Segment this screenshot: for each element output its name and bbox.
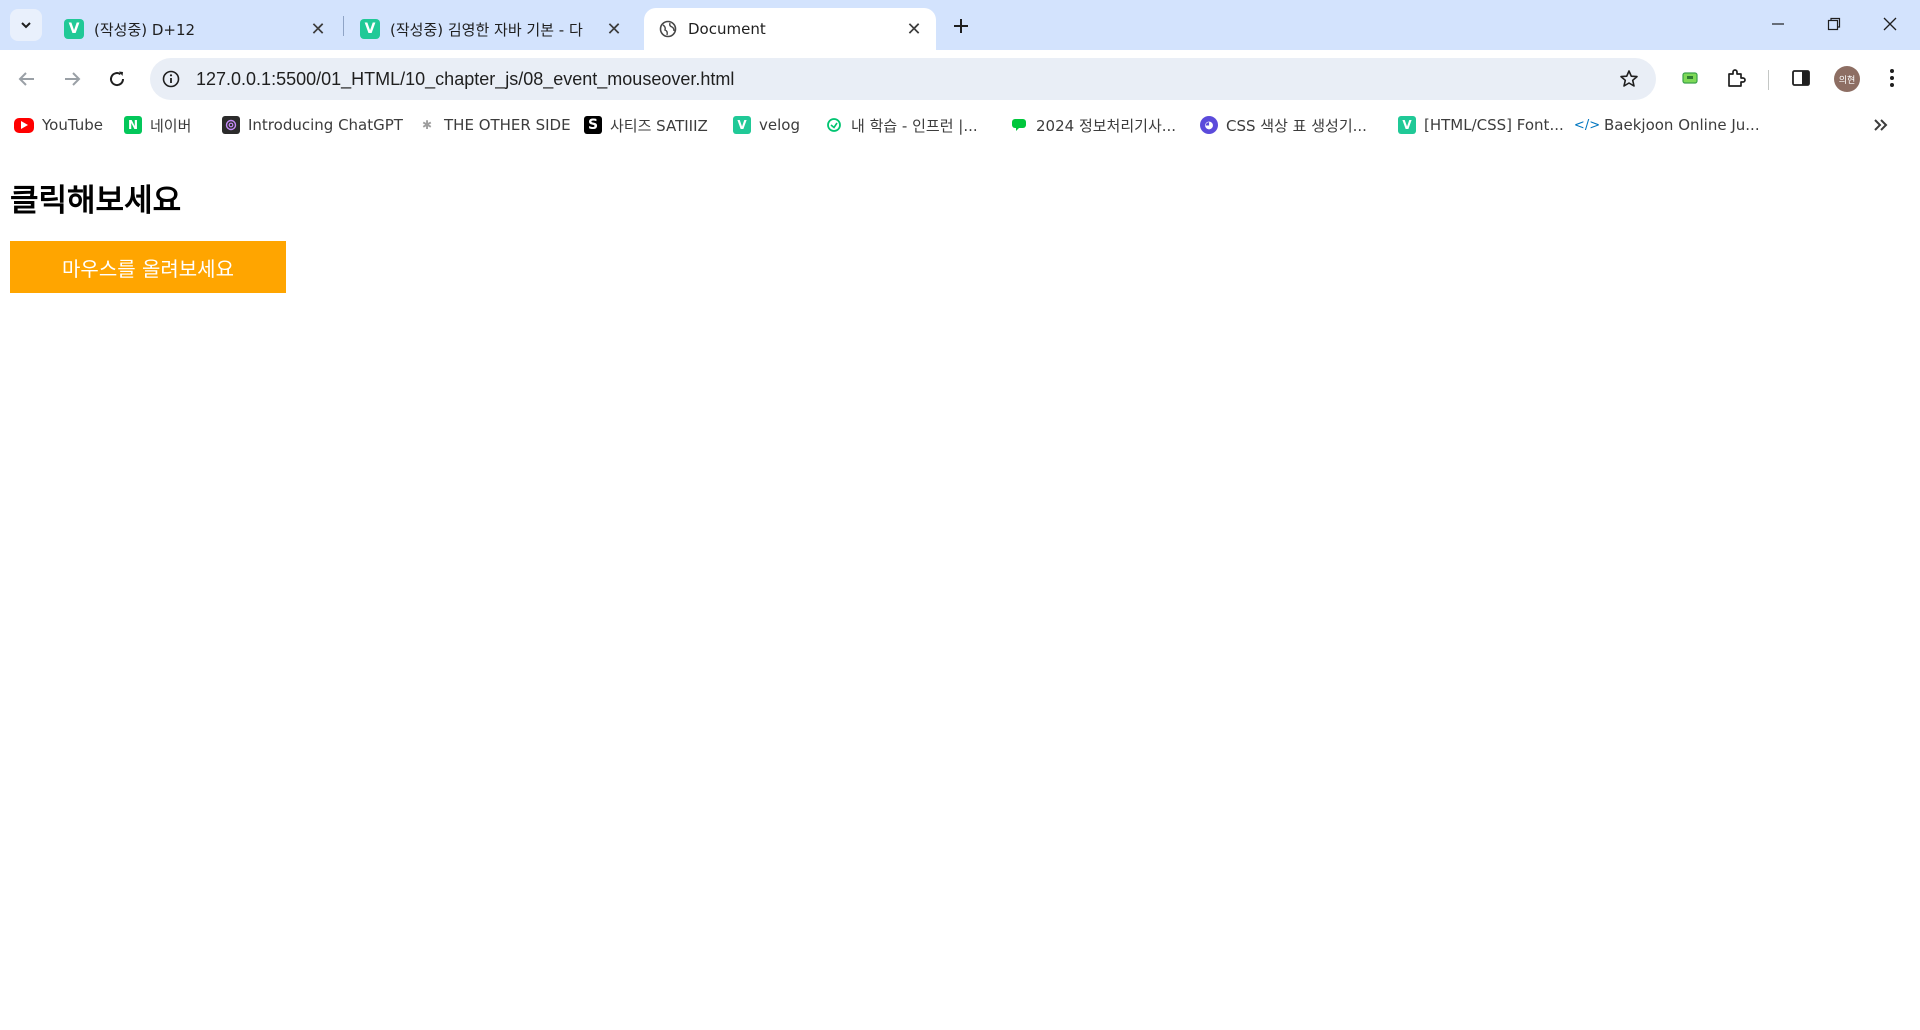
bookmark-baekjoon[interactable]: </> Baekjoon Online Ju...: [1573, 107, 1760, 143]
velog-icon: V: [360, 19, 380, 39]
plus-icon: [954, 19, 968, 33]
bookmark-css-color[interactable]: ◕ CSS 색상 표 생성기...: [1200, 107, 1367, 143]
double-chevron-right-icon: [1874, 119, 1888, 131]
tab-title: Document: [688, 20, 766, 38]
reload-icon: [110, 71, 125, 87]
chat-icon: [1010, 116, 1028, 134]
extension-icon[interactable]: [1676, 64, 1704, 92]
bookmark-chatgpt[interactable]: Introducing ChatGPT: [222, 107, 403, 143]
youtube-icon: [14, 117, 34, 133]
arrow-left-icon: [18, 72, 34, 86]
restore-icon: [1827, 17, 1841, 31]
bookmark-label: velog: [759, 116, 800, 134]
bookmark-label: 사티즈 SATIIIZ: [610, 116, 708, 135]
tab-divider: [343, 16, 344, 36]
bookmark-naver[interactable]: N 네이버: [124, 107, 191, 143]
tab-title: (작성중) 김영한 자바 기본 - 다: [390, 20, 583, 39]
toolbar-divider: [1768, 70, 1769, 90]
mask-icon: ◕: [1200, 116, 1218, 134]
bookmark-the-other-side[interactable]: ✱ THE OTHER SIDE: [418, 107, 571, 143]
arrow-right-icon: [65, 72, 81, 86]
inflearn-icon: [825, 116, 843, 134]
bookmark-label: 네이버: [150, 116, 192, 135]
velog-icon: V: [1398, 116, 1416, 134]
side-panel-icon[interactable]: [1787, 64, 1815, 92]
bug-icon: ✱: [421, 118, 433, 132]
url-text[interactable]: 127.0.0.1:5500/01_HTML/10_chapter_js/08_…: [196, 58, 734, 100]
naver-icon: N: [124, 116, 142, 134]
bookmark-label: THE OTHER SIDE: [444, 116, 571, 134]
address-bar[interactable]: 127.0.0.1:5500/01_HTML/10_chapter_js/08_…: [150, 58, 1656, 100]
bookmark-label: 2024 정보처리기사...: [1036, 116, 1177, 135]
puzzle-icon[interactable]: [1722, 64, 1750, 92]
tab-strip: V (작성중) D+12 ✕ V (작성중) 김영한 자바 기본 - 다 ✕ D…: [0, 0, 1920, 50]
s-logo-icon: S: [584, 116, 602, 134]
bookmark-info-processing[interactable]: 2024 정보처리기사...: [1010, 107, 1176, 143]
menu-kebab-icon[interactable]: [1878, 64, 1906, 92]
bookmark-inflearn[interactable]: 내 학습 - 인프런 |...: [825, 107, 978, 143]
bookmark-star-icon[interactable]: [1618, 68, 1640, 90]
close-icon[interactable]: ✕: [604, 19, 624, 40]
bookmark-label: [HTML/CSS] Font...: [1424, 116, 1564, 134]
bookmark-label: Baekjoon Online Ju...: [1604, 116, 1760, 134]
new-tab-button[interactable]: [947, 12, 975, 40]
avatar[interactable]: 의현: [1834, 66, 1860, 92]
velog-icon: V: [733, 116, 751, 134]
close-icon[interactable]: ✕: [904, 19, 924, 40]
mouseover-button[interactable]: 마우스를 올려보세요: [10, 241, 286, 293]
back-button[interactable]: [10, 62, 44, 96]
tab-2[interactable]: V (작성중) 김영한 자바 기본 - 다 ✕: [346, 8, 636, 50]
tab-3-active[interactable]: Document ✕: [644, 8, 936, 50]
tab-title: (작성중) D+12: [94, 20, 196, 39]
bookmark-label: CSS 색상 표 생성기...: [1226, 116, 1367, 135]
globe-icon: [658, 19, 678, 39]
close-icon[interactable]: ✕: [308, 19, 328, 40]
code-icon: </>: [1573, 117, 1601, 133]
bookmark-velog[interactable]: V velog: [733, 107, 800, 143]
window-close-button[interactable]: [1870, 8, 1910, 40]
browser-toolbar: 127.0.0.1:5500/01_HTML/10_chapter_js/08_…: [0, 50, 1920, 107]
page-title: 클릭해보세요: [10, 183, 182, 219]
bookmark-label: YouTube: [42, 116, 103, 134]
minimize-button[interactable]: [1758, 8, 1798, 40]
velog-icon: V: [64, 19, 84, 39]
bookmark-satiiiz[interactable]: S 사티즈 SATIIIZ: [584, 107, 708, 143]
bookmark-youtube[interactable]: YouTube: [14, 107, 103, 143]
close-icon: [1883, 17, 1897, 31]
page-content: 클릭해보세요 마우스를 올려보세요: [0, 143, 1920, 1030]
restore-button[interactable]: [1814, 8, 1854, 40]
forward-button[interactable]: [55, 62, 89, 96]
reload-button[interactable]: [100, 62, 134, 96]
bookmarks-overflow-button[interactable]: [1868, 112, 1894, 138]
site-info-icon[interactable]: [160, 68, 182, 90]
tab-search-button[interactable]: [10, 9, 42, 41]
bookmarks-bar: YouTube N 네이버 Introducing ChatGPT ✱ THE …: [0, 107, 1920, 143]
chevron-down-icon: [21, 22, 31, 29]
tab-1[interactable]: V (작성중) D+12 ✕: [50, 8, 340, 50]
bookmark-label: 내 학습 - 인프런 |...: [851, 116, 978, 135]
bookmark-label: Introducing ChatGPT: [248, 116, 403, 134]
openai-icon: [222, 116, 240, 134]
minimize-icon: [1772, 23, 1784, 25]
bookmark-html-css-font[interactable]: V [HTML/CSS] Font...: [1398, 107, 1564, 143]
